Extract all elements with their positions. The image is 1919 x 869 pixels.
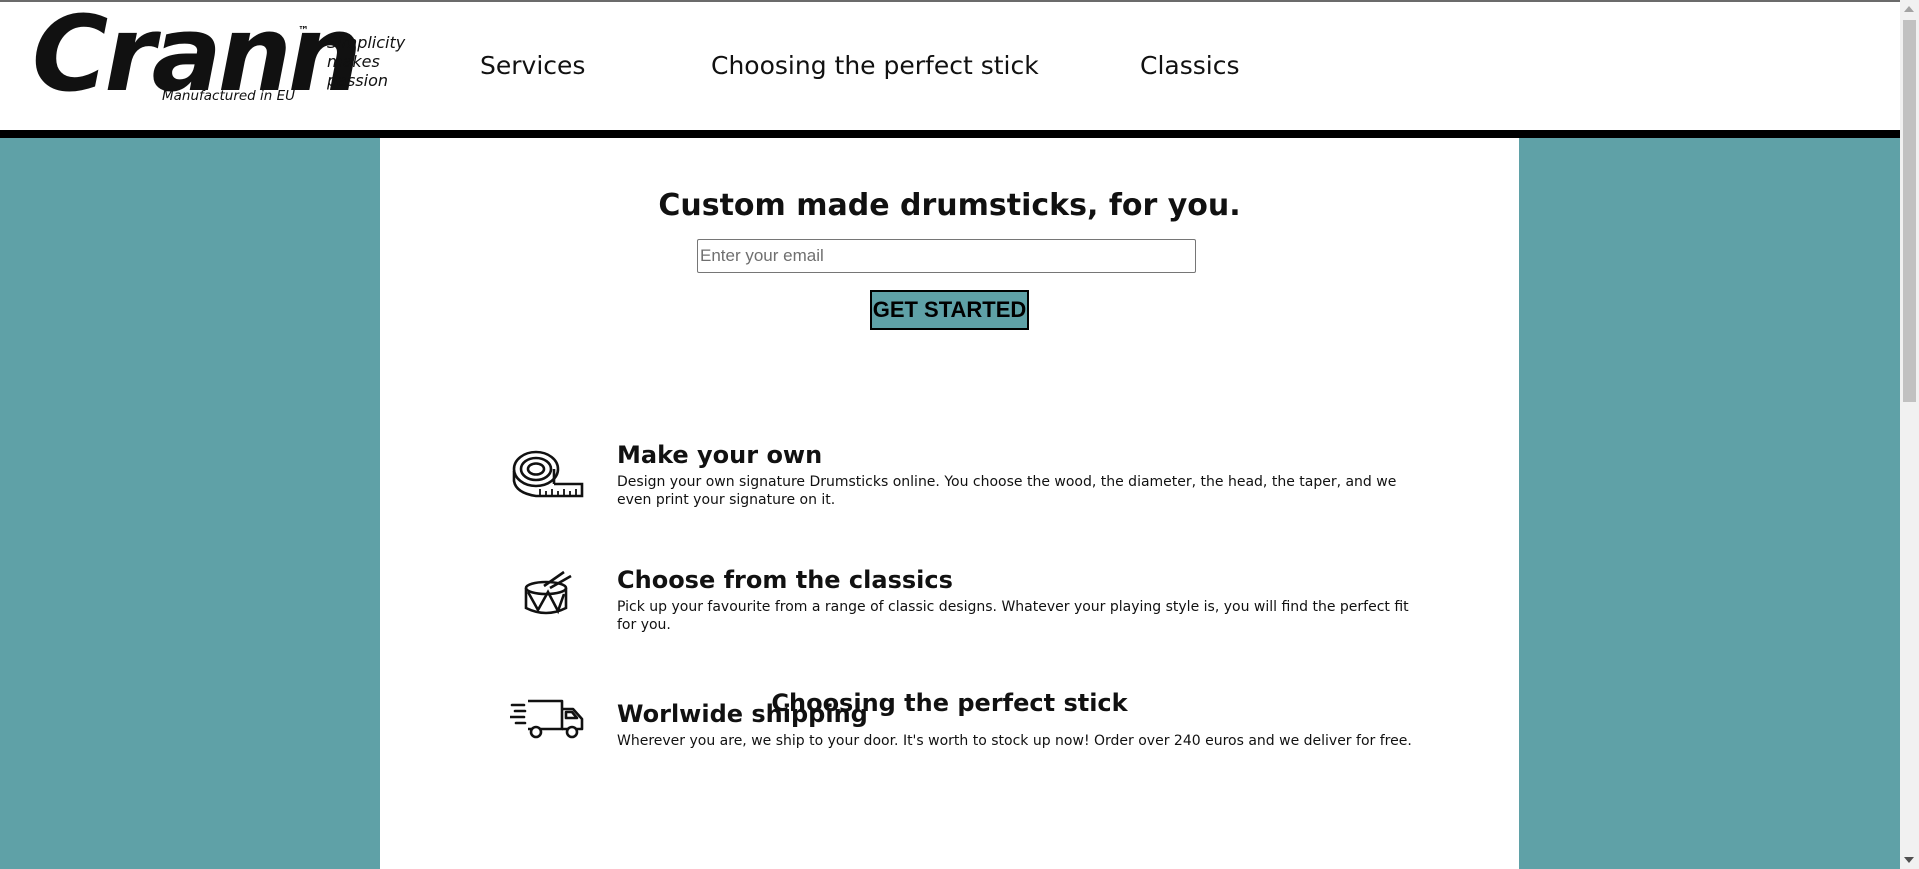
nav-classics[interactable]: Classics (1140, 51, 1240, 80)
feature-description: Wherever you are, we ship to your door. … (617, 733, 1412, 749)
hero-title: Custom made drumsticks, for you. (658, 188, 1241, 223)
get-started-button[interactable]: GET STARTED (870, 290, 1029, 330)
feature-title: Choose from the classics (617, 566, 953, 594)
feature-description: Pick up your favourite from a range of c… (617, 599, 1409, 633)
feature-title: Make your own (617, 441, 823, 469)
page-scrollbar[interactable] (1900, 0, 1919, 869)
tagline: Simplicity makes passion (327, 33, 437, 90)
tagline-line: passion (327, 71, 389, 90)
nav-choosing-the-perfect-stick[interactable]: Choosing the perfect stick (711, 51, 1039, 80)
drum-icon (522, 570, 574, 622)
feature-description: Design your own signature Drumsticks onl… (617, 474, 1397, 508)
logo-trademark: ™ (298, 24, 309, 37)
measuring-tape-icon (510, 448, 584, 504)
scroll-up-arrow-icon[interactable] (1904, 6, 1914, 12)
scroll-thumb[interactable] (1903, 20, 1916, 402)
email-input[interactable] (697, 239, 1196, 273)
scroll-down-arrow-icon[interactable] (1904, 857, 1914, 863)
logo-subtitle: Manufactured in EU (162, 88, 296, 104)
site-header: Crann ™ Manufactured in EU Simplicity ma… (0, 2, 1900, 138)
tagline-line: makes (327, 52, 380, 71)
main-content: Custom made drumsticks, for you. GET STA… (380, 138, 1519, 869)
section-title-choosing-stick: Choosing the perfect stick (771, 689, 1128, 717)
tagline-line: Simplicity (327, 33, 406, 52)
nav-services[interactable]: Services (480, 51, 585, 80)
